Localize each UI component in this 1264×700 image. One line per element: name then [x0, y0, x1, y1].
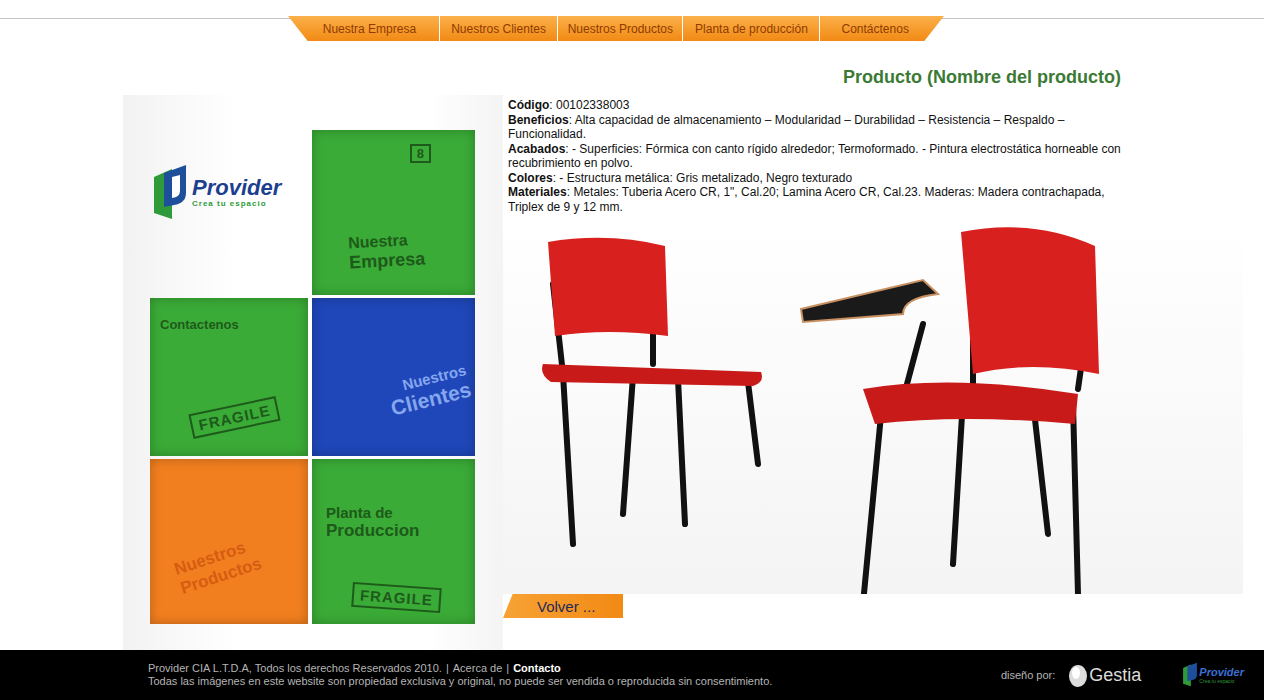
- chairs-icon: [503, 224, 1240, 594]
- box-label-line: Planta de: [326, 504, 475, 521]
- spec-value: 00102338003: [556, 98, 629, 112]
- nav-item[interactable]: Contáctenos: [820, 16, 944, 41]
- main-nav: Nuestra EmpresaNuestros ClientesNuestros…: [288, 16, 944, 41]
- spec-row: Beneficios: Alta capacidad de almacenami…: [508, 113, 1125, 142]
- footer: Provider CIA L.T.D.A, Todos los derechos…: [0, 650, 1264, 700]
- footer-link[interactable]: Acerca de: [453, 662, 503, 674]
- spec-value: - Superficies: Fórmica con canto rígido …: [508, 142, 1121, 171]
- logo-text: ProviderCrea tu espacio: [192, 177, 281, 208]
- box-menu-item[interactable]: Contactenos FRAGILE: [150, 298, 308, 456]
- box-label: NuestrosProductos: [150, 459, 308, 602]
- footer-logo[interactable]: ProviderCrea tu espacio: [1181, 662, 1244, 688]
- product-detail: Producto (Nombre del producto)Código: 00…: [503, 42, 1243, 650]
- nav-item[interactable]: Planta de producción: [683, 16, 820, 41]
- spec-row: Acabados: - Superficies: Fórmica con can…: [508, 142, 1125, 171]
- box-label-line: Contactenos: [160, 318, 308, 333]
- page: Nuestra EmpresaNuestros ClientesNuestros…: [0, 0, 1264, 700]
- fragile-stamp: FRAGILE: [188, 396, 280, 439]
- main: ProviderCrea tu espacio8NuestraEmpresaCo…: [0, 42, 1264, 650]
- spec-value: Alta capacidad de almacenamiento – Modul…: [508, 113, 1064, 142]
- box-menu-item[interactable]: 8NuestraEmpresa: [312, 130, 475, 295]
- nav-item[interactable]: Nuestros Clientes: [440, 16, 558, 41]
- box-menu-panel: ProviderCrea tu espacio8NuestraEmpresaCo…: [123, 95, 503, 650]
- box-menu-item[interactable]: Planta deProduccion FRAGILE: [312, 459, 475, 624]
- box-menu-item[interactable]: NuestrosProductos: [150, 459, 308, 624]
- nav-item[interactable]: Nuestros Productos: [558, 16, 683, 41]
- footer-credits: diseño por: Gestia ProviderCrea tu espacio: [1001, 662, 1244, 688]
- footer-separator: |: [506, 662, 509, 674]
- box-menu-item[interactable]: NuestrosClientes: [312, 298, 475, 456]
- product-title: Producto (Nombre del producto): [503, 66, 1121, 88]
- back-button[interactable]: Volver ...: [503, 594, 623, 618]
- designer-name: Gestia: [1089, 665, 1141, 686]
- box-label: NuestraEmpresa: [312, 130, 475, 275]
- spec-row: Colores: - Estructura metálica: Gris met…: [508, 171, 1125, 186]
- product-specs: Código: 00102338003Beneficios: Alta capa…: [503, 88, 1243, 214]
- header: Nuestra EmpresaNuestros ClientesNuestros…: [0, 0, 1264, 42]
- box-label: NuestrosClientes: [312, 298, 475, 437]
- nav-item[interactable]: Nuestra Empresa: [288, 16, 440, 41]
- logo-tagline: Crea tu espacio: [192, 199, 281, 208]
- spec-row: Código: 00102338003: [508, 98, 1125, 113]
- box-label-line: Produccion: [326, 521, 475, 541]
- spec-label: Colores: [508, 171, 553, 185]
- logo-icon: [150, 163, 190, 223]
- box-badge: 8: [410, 144, 431, 163]
- footer-notice: Todas las imágenes en este website son p…: [148, 675, 1001, 688]
- box-grid: ProviderCrea tu espacio8NuestraEmpresaCo…: [150, 130, 503, 624]
- spec-label: Acabados: [508, 142, 565, 156]
- spec-label: Código: [508, 98, 549, 112]
- spec-value: - Estructura metálica: Gris metalizado, …: [559, 171, 852, 185]
- footer-link[interactable]: Contacto: [513, 662, 561, 674]
- copyright-text: Provider CIA L.T.D.A, Todos los derechos…: [148, 662, 442, 674]
- logo[interactable]: ProviderCrea tu espacio: [150, 130, 308, 295]
- spec-label: Materiales: [508, 185, 567, 199]
- footer-separator: |: [446, 662, 449, 674]
- box-label: Planta deProduccion: [312, 459, 475, 541]
- footer-logo-tagline: Crea tu espacio: [1199, 678, 1244, 684]
- footer-logo-name: Provider: [1199, 667, 1244, 678]
- spec-row: Materiales: Metales: Tuberia Acero CR, 1…: [508, 185, 1125, 214]
- provider-mark-icon: [1181, 662, 1199, 688]
- footer-copyright: Provider CIA L.T.D.A, Todos los derechos…: [148, 662, 1001, 675]
- box-label: Contactenos: [150, 298, 308, 333]
- gestia-egg-icon: [1067, 662, 1089, 688]
- fragile-stamp: FRAGILE: [351, 582, 441, 613]
- footer-text: Provider CIA L.T.D.A, Todos los derechos…: [148, 662, 1001, 688]
- designer-label: diseño por:: [1001, 669, 1055, 681]
- spec-label: Beneficios: [508, 113, 569, 127]
- designer-logo[interactable]: Gestia: [1067, 662, 1141, 688]
- product-photo: [503, 224, 1243, 594]
- footer-logo-text: ProviderCrea tu espacio: [1199, 667, 1244, 684]
- spec-value: Metales: Tuberia Acero CR, 1", Cal.20; L…: [508, 185, 1105, 214]
- logo-name: Provider: [192, 177, 281, 199]
